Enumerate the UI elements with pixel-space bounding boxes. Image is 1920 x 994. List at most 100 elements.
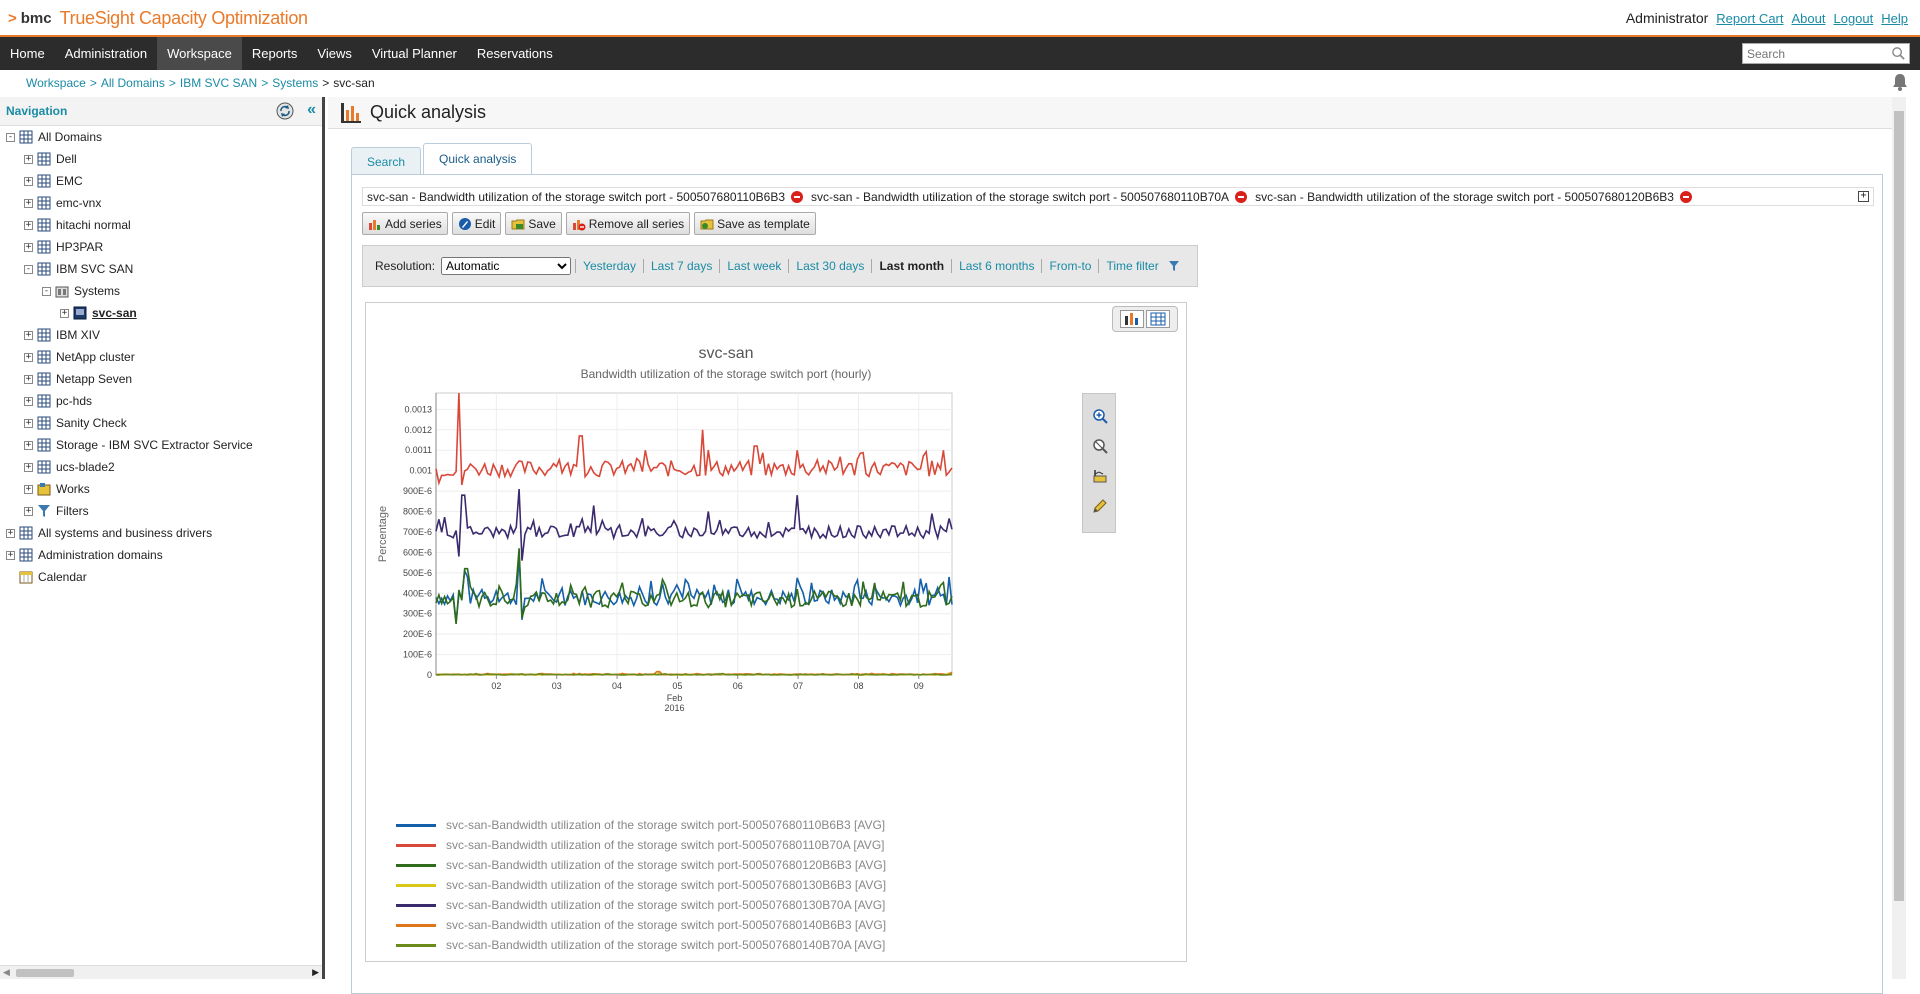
expand-icon[interactable]: + bbox=[24, 176, 33, 186]
help-link[interactable]: Help bbox=[1881, 11, 1908, 26]
expand-icon[interactable]: + bbox=[24, 330, 33, 340]
expand-icon[interactable]: + bbox=[24, 220, 33, 230]
tree-item[interactable]: + HP3PAR bbox=[24, 237, 103, 257]
tree-item[interactable]: + Filters bbox=[24, 501, 89, 521]
scrollbar-thumb[interactable] bbox=[16, 969, 74, 977]
legend-item[interactable]: svc-san-Bandwidth utilization of the sto… bbox=[396, 895, 886, 915]
legend-item[interactable]: svc-san-Bandwidth utilization of the sto… bbox=[396, 835, 886, 855]
collapse-icon[interactable]: - bbox=[6, 132, 15, 142]
legend-item[interactable]: svc-san-Bandwidth utilization of the sto… bbox=[396, 815, 886, 835]
save-as-template-button[interactable]: Save as template bbox=[694, 212, 816, 235]
search-input[interactable] bbox=[1743, 46, 1883, 61]
tree-item[interactable]: - All Domains bbox=[6, 127, 102, 147]
legend-item[interactable]: svc-san-Bandwidth utilization of the sto… bbox=[396, 875, 886, 895]
expand-icon[interactable]: + bbox=[24, 154, 33, 164]
remove-series-icon[interactable] bbox=[1235, 190, 1248, 203]
tree-item[interactable]: + EMC bbox=[24, 171, 83, 191]
menu-item-administration[interactable]: Administration bbox=[55, 37, 157, 70]
scroll-right-icon[interactable]: ▶ bbox=[312, 967, 319, 978]
zoom-reset-icon[interactable] bbox=[1092, 438, 1108, 454]
tree-item[interactable]: + Administration domains bbox=[6, 545, 163, 565]
legend-item[interactable]: svc-san-Bandwidth utilization of the sto… bbox=[396, 935, 886, 955]
menu-item-reservations[interactable]: Reservations bbox=[467, 37, 563, 70]
chart-options-icon[interactable] bbox=[1092, 468, 1108, 484]
tree-item[interactable]: - IBM SVC SAN bbox=[24, 259, 133, 279]
breadcrumb-workspace[interactable]: Workspace bbox=[26, 76, 86, 90]
legend-item[interactable]: svc-san-Bandwidth utilization of the sto… bbox=[396, 855, 886, 875]
scroll-left-icon[interactable]: ◀ bbox=[3, 967, 10, 978]
expand-icon[interactable]: + bbox=[24, 242, 33, 252]
search-icon[interactable] bbox=[1891, 46, 1906, 61]
range-from-to[interactable]: From-to bbox=[1041, 259, 1098, 273]
tree-item[interactable]: + Dell bbox=[24, 149, 77, 169]
breadcrumb-all-domains[interactable]: All Domains bbox=[101, 76, 165, 90]
tree-item[interactable]: + Works bbox=[24, 479, 90, 499]
filter-icon[interactable] bbox=[1168, 260, 1180, 272]
breadcrumb-ibm-svc-san[interactable]: IBM SVC SAN bbox=[180, 76, 257, 90]
save-button[interactable]: Save bbox=[505, 212, 562, 235]
tree-item[interactable]: + pc-hds bbox=[24, 391, 92, 411]
tree-item[interactable]: + Sanity Check bbox=[24, 413, 127, 433]
about-link[interactable]: About bbox=[1792, 11, 1826, 26]
tree-item[interactable]: + emc-vnx bbox=[24, 193, 101, 213]
tab-search[interactable]: Search bbox=[351, 147, 422, 175]
tree-item[interactable]: + All systems and business drivers bbox=[6, 523, 212, 543]
tree-item[interactable]: Calendar bbox=[6, 567, 87, 587]
expand-icon[interactable]: + bbox=[24, 506, 33, 516]
report-cart-link[interactable]: Report Cart bbox=[1716, 11, 1783, 26]
tree-item[interactable]: + IBM XIV bbox=[24, 325, 100, 345]
expand-series-icon[interactable]: + bbox=[1858, 191, 1869, 202]
annotate-pencil-icon[interactable] bbox=[1092, 498, 1108, 514]
range-time-filter[interactable]: Time filter bbox=[1098, 259, 1165, 273]
range-last-7-days[interactable]: Last 7 days bbox=[642, 259, 719, 273]
chart-view-button[interactable] bbox=[1120, 310, 1144, 328]
range-last-week[interactable]: Last week bbox=[719, 259, 788, 273]
table-view-button[interactable] bbox=[1146, 310, 1170, 328]
logout-link[interactable]: Logout bbox=[1833, 11, 1873, 26]
expand-icon[interactable]: + bbox=[24, 440, 33, 450]
vertical-scrollbar[interactable] bbox=[1892, 97, 1906, 979]
remove-series-icon[interactable] bbox=[1679, 190, 1692, 203]
expand-icon[interactable]: + bbox=[24, 462, 33, 472]
tree-item[interactable]: + svc-san bbox=[60, 303, 137, 323]
tree-item[interactable]: + Netapp Seven bbox=[24, 369, 132, 389]
legend-item[interactable]: svc-san-Bandwidth utilization of the sto… bbox=[396, 915, 886, 935]
range-yesterday[interactable]: Yesterday bbox=[575, 259, 643, 273]
tree-item[interactable]: + hitachi normal bbox=[24, 215, 131, 235]
expand-icon[interactable]: + bbox=[24, 396, 33, 406]
expand-icon[interactable]: + bbox=[24, 198, 33, 208]
menu-item-home[interactable]: Home bbox=[0, 37, 55, 70]
breadcrumb-systems[interactable]: Systems bbox=[272, 76, 318, 90]
tree-item[interactable]: + ucs-blade2 bbox=[24, 457, 115, 477]
menu-item-workspace[interactable]: Workspace bbox=[157, 37, 242, 70]
range-last-month[interactable]: Last month bbox=[871, 259, 951, 273]
remove-all-series-button[interactable]: Remove all series bbox=[565, 212, 691, 235]
menu-item-virtual-planner[interactable]: Virtual Planner bbox=[362, 37, 467, 70]
range-last-6-months[interactable]: Last 6 months bbox=[951, 259, 1041, 273]
collapse-panel-icon[interactable]: « bbox=[307, 101, 316, 119]
expand-icon[interactable]: + bbox=[24, 374, 33, 384]
expand-icon[interactable]: + bbox=[24, 352, 33, 362]
expand-icon[interactable]: + bbox=[60, 308, 69, 318]
edit-button[interactable]: Edit bbox=[451, 212, 502, 235]
expand-icon[interactable]: + bbox=[24, 484, 33, 494]
menu-item-views[interactable]: Views bbox=[307, 37, 361, 70]
collapse-icon[interactable]: - bbox=[24, 264, 33, 274]
tree-item[interactable]: - Systems bbox=[42, 281, 120, 301]
range-last-30-days[interactable]: Last 30 days bbox=[788, 259, 871, 273]
collapse-icon[interactable]: - bbox=[42, 286, 51, 296]
tree-item[interactable]: + NetApp cluster bbox=[24, 347, 135, 367]
tree-item[interactable]: + Storage - IBM SVC Extractor Service bbox=[24, 435, 253, 455]
resolution-select[interactable]: Automatic bbox=[441, 257, 572, 275]
add-series-button[interactable]: Add series bbox=[362, 212, 448, 235]
horizontal-scrollbar[interactable]: ◀ ▶ bbox=[0, 965, 322, 979]
scrollbar-thumb[interactable] bbox=[1894, 111, 1904, 901]
remove-series-icon[interactable] bbox=[791, 190, 804, 203]
zoom-in-icon[interactable] bbox=[1092, 408, 1108, 424]
expand-icon[interactable]: + bbox=[6, 550, 15, 560]
expand-icon[interactable]: + bbox=[24, 418, 33, 428]
tab-quick-analysis[interactable]: Quick analysis bbox=[423, 143, 533, 175]
expand-icon[interactable]: + bbox=[6, 528, 15, 538]
menu-item-reports[interactable]: Reports bbox=[242, 37, 308, 70]
refresh-icon[interactable] bbox=[276, 102, 294, 120]
